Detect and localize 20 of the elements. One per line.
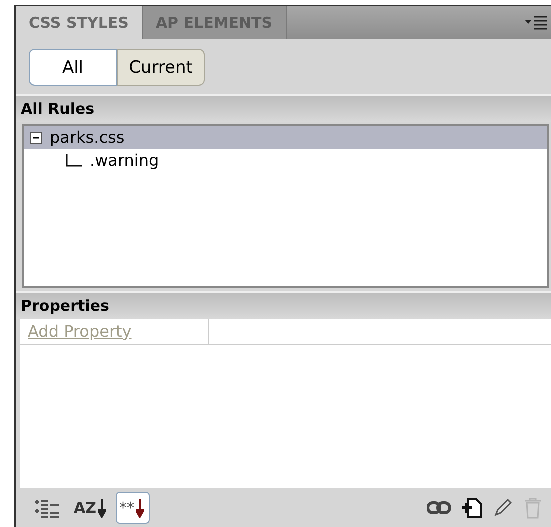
- pencil-icon: [493, 498, 513, 518]
- collapse-icon[interactable]: [30, 132, 42, 144]
- down-arrow-icon: [136, 498, 144, 518]
- tree-label: .warning: [90, 151, 160, 170]
- menu-icon[interactable]: [525, 16, 547, 30]
- down-arrow-icon: [98, 498, 106, 518]
- view-button[interactable]: AZ: [70, 492, 110, 524]
- mode-toggle[interactable]: All: [29, 49, 117, 86]
- action-button[interactable]: [459, 495, 485, 521]
- tree-item[interactable]: .warning: [24, 149, 547, 172]
- chain-link-icon: [427, 500, 451, 516]
- new-document-icon: [461, 497, 483, 519]
- view-button[interactable]: **: [116, 492, 150, 524]
- mode-toggle[interactable]: Current: [117, 49, 205, 86]
- tree-label: parks.css: [50, 128, 125, 147]
- trash-icon: [523, 497, 543, 519]
- tree-item[interactable]: parks.css: [24, 126, 547, 149]
- panel-tab[interactable]: CSS STYLES: [16, 6, 143, 39]
- tree-connector-icon: [66, 154, 82, 168]
- category-list-icon: [34, 498, 60, 518]
